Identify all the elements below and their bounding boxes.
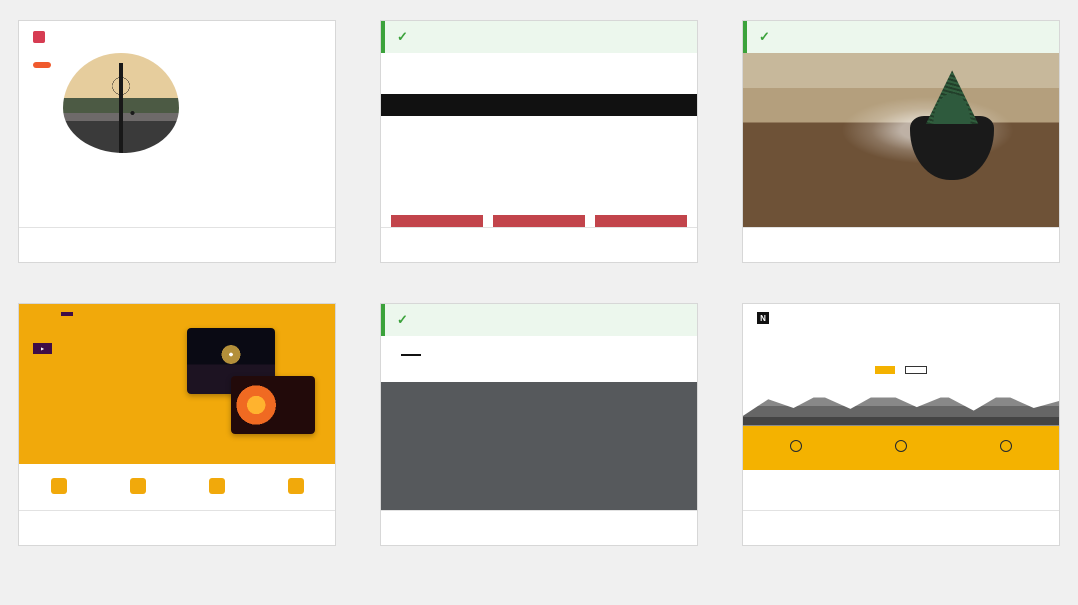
theme-title — [381, 227, 697, 262]
preview-headline — [381, 53, 697, 94]
theme-title — [743, 510, 1059, 545]
preview-cta — [33, 343, 52, 354]
installed-banner: ✓ — [381, 304, 697, 336]
theme-card-oceanwp[interactable] — [18, 303, 336, 546]
preview-feature — [51, 478, 67, 497]
theme-card-twenty-seventeen[interactable]: ✓ — [742, 20, 1060, 263]
preview-feature — [209, 478, 225, 497]
check-icon: ✓ — [759, 30, 770, 45]
preview-tagline — [401, 416, 567, 431]
theme-title — [743, 227, 1059, 262]
preview-secondary-btn — [905, 366, 927, 374]
check-icon: ✓ — [397, 30, 408, 45]
theme-title — [381, 510, 697, 545]
theme-grid: ✓ — [18, 20, 1060, 546]
preview-feature — [895, 440, 907, 455]
preview-mountain-graphic — [743, 382, 1059, 426]
preview-photo — [63, 53, 179, 153]
check-icon: ✓ — [397, 313, 408, 328]
preview-primary-btn — [875, 366, 895, 374]
theme-title — [19, 227, 335, 262]
theme-card-hello-elementor[interactable] — [18, 20, 336, 263]
theme-thumbnail — [19, 304, 335, 510]
preview-logo-icon: N — [757, 312, 769, 324]
theme-thumbnail: N — [743, 304, 1059, 510]
installed-banner: ✓ — [743, 21, 1059, 53]
preview-cta — [33, 62, 51, 68]
theme-title — [19, 510, 335, 545]
preview-accent-bar — [401, 354, 421, 356]
preview-nav-shop — [61, 312, 73, 316]
preview-feature — [1000, 440, 1012, 455]
preview-feature — [288, 478, 304, 497]
preview-feature — [130, 478, 146, 497]
theme-thumbnail — [381, 336, 697, 510]
theme-thumbnail — [381, 53, 697, 227]
theme-thumbnail — [19, 21, 335, 227]
preview-plant-icon — [902, 70, 1002, 190]
elementor-logo-icon — [33, 31, 45, 43]
preview-photo — [231, 376, 315, 434]
theme-card-neve[interactable]: N — [742, 303, 1060, 546]
preview-headline — [743, 332, 1059, 360]
preview-feature — [790, 440, 802, 455]
installed-banner: ✓ — [381, 21, 697, 53]
theme-thumbnail — [743, 53, 1059, 227]
theme-card-twenty-nineteen[interactable]: ✓ — [380, 303, 698, 546]
theme-card-twenty-twenty[interactable]: ✓ — [380, 20, 698, 263]
